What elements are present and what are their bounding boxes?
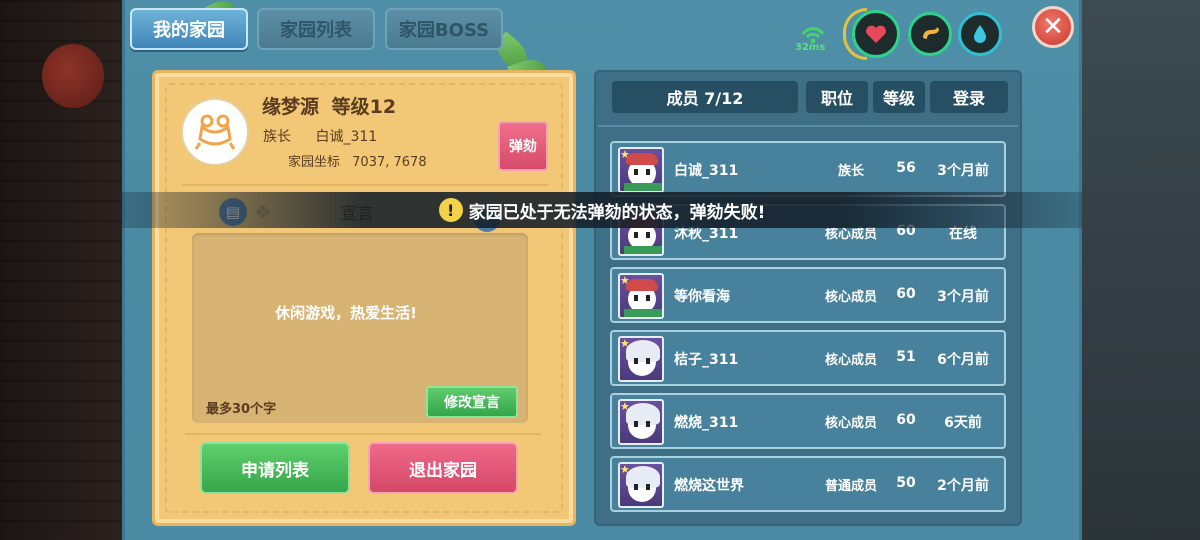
member-name: 等你看海 [674,289,730,305]
member-name: 燃烧_311 [674,415,739,431]
leader-name: 白诚_311 [315,129,378,145]
leader-row: 族长 白诚_311 [263,126,397,146]
warning-icon: ! [438,198,463,222]
tab-home-list[interactable]: 家园列表 [257,8,375,50]
star-icon: ★ [620,400,630,413]
home-emblem-avatar [181,98,249,166]
edit-notice-button[interactable]: 修改宣言 [426,386,518,418]
divider [598,125,1018,127]
member-last-login: 6个月前 [937,352,989,368]
star-icon: ★ [620,337,630,350]
member-level: 60 [896,286,916,302]
ping-text: 32ms [795,42,826,53]
member-row[interactable]: ★ 燃烧_311 核心成员 60 6天前 [610,393,1006,449]
avatar: ★ [618,273,664,319]
coords-row: 家园坐标 7037, 7678 [288,151,427,170]
member-role: 核心成员 [824,416,877,431]
member-last-login: 3个月前 [937,289,989,305]
star-icon: ★ [620,463,630,476]
member-last-login: 3个月前 [937,163,989,179]
impeach-button[interactable]: 弹劾 [498,121,548,171]
member-count-header: 成员 7/12 [612,81,798,113]
star-icon: ★ [620,148,630,161]
water-drop-icon[interactable] [958,12,1002,56]
divider [182,184,548,186]
lantern-decoration [42,44,104,108]
member-name: 燃烧这世界 [674,478,744,494]
star-icon: ★ [620,274,630,287]
sort-by-level-header[interactable]: 等级 [873,81,925,113]
coords-value: 7037, 7678 [352,155,427,170]
tab-my-home[interactable]: 我的家园 [130,8,248,50]
stomach-icon[interactable] [908,12,952,56]
notice-char-limit: 最多30个字 [206,402,277,417]
sort-by-login-header[interactable]: 登录 [930,81,1008,113]
member-role: 核心成员 [824,353,877,368]
avatar: ★ [618,462,664,508]
toast-text: 家园已处于无法弹劾的状态，弹劾失败! [468,202,766,223]
member-level: 50 [896,475,916,491]
close-icon: ✕ [1042,12,1064,42]
tab-home-boss[interactable]: 家园BOSS [385,8,503,50]
member-row[interactable]: ★ 燃烧这世界 普通成员 50 2个月前 [610,456,1006,512]
member-level: 56 [896,160,916,176]
home-title: 缘梦源 等级12 [262,92,396,119]
member-role: 普通成员 [824,479,877,494]
member-level: 60 [896,412,916,428]
quit-home-button[interactable]: 退出家园 [368,442,518,494]
member-row[interactable]: ★ 等你看海 核心成员 60 3个月前 [610,267,1006,323]
home-name: 缘梦源 [262,96,320,118]
member-role: 族长 [837,164,864,179]
coords-label: 家园坐标 [288,155,341,170]
avatar: ★ [618,336,664,382]
avatar: ★ [618,147,664,193]
divider [185,433,541,435]
member-row[interactable]: ★ 桔子_311 核心成员 51 6个月前 [610,330,1006,386]
avatar: ★ [618,399,664,445]
home-level: 等级12 [331,96,397,118]
member-last-login: 6天前 [944,415,982,431]
sort-by-role-header[interactable]: 职位 [806,81,868,113]
member-name: 白诚_311 [674,163,739,179]
apply-list-button[interactable]: 申请列表 [200,442,350,494]
toast-message: ! 家园已处于无法弹劾的状态，弹劾失败! [122,192,1082,228]
leader-label: 族长 [263,129,291,145]
member-row[interactable]: ★ 白诚_311 族长 56 3个月前 [610,141,1006,197]
close-button[interactable]: ✕ [1032,6,1074,48]
member-level: 51 [896,349,916,365]
member-name: 桔子_311 [674,352,739,368]
notice-text: 休闲游戏，热爱生活! [275,304,417,322]
heart-icon[interactable] [852,10,900,58]
member-role: 核心成员 [824,290,877,305]
member-last-login: 2个月前 [937,478,989,494]
